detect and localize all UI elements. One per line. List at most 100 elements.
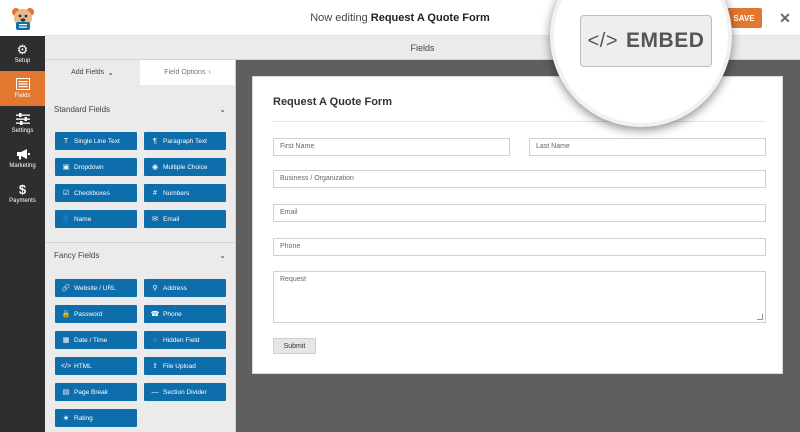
tab-add-fields-label: Add Fields	[71, 69, 105, 76]
form-title: Request A Quote Form	[273, 96, 392, 108]
email-field[interactable]: Email	[273, 204, 766, 222]
section-divider-icon: —	[151, 388, 159, 396]
field-button-label: Multiple Choice	[163, 163, 208, 171]
nav-label-payments: Payments	[9, 198, 36, 204]
field-button-phone[interactable]: ☎ Phone	[144, 305, 226, 323]
request-placeholder: Request	[280, 276, 307, 283]
field-button-label: Hidden Field	[163, 336, 200, 344]
nav-item-marketing[interactable]: Marketing	[0, 141, 45, 176]
field-button-password[interactable]: 🔒 Password	[55, 305, 137, 323]
chevron-down-icon: ⌄	[107, 68, 114, 77]
fields-panel: Add Fields ⌄ Field Options › Standard Fi…	[45, 60, 236, 432]
field-button-label: Email	[163, 215, 180, 223]
nav-item-fields[interactable]: Fields	[0, 71, 45, 106]
field-button-single-line-text[interactable]: T Single Line Text	[55, 132, 137, 150]
html-icon: </>	[61, 362, 72, 370]
rating-icon: ★	[62, 415, 70, 422]
field-button-multiple-choice[interactable]: ◉ Multiple Choice	[144, 158, 226, 176]
field-button-date-time[interactable]: ▦ Date / Time	[55, 331, 137, 349]
field-button-dropdown[interactable]: ▣ Dropdown	[55, 158, 137, 176]
field-button-numbers[interactable]: # Numbers	[144, 184, 226, 202]
close-icon[interactable]: ✕	[775, 8, 795, 28]
nav-label-settings: Settings	[11, 128, 34, 134]
fancy-fields-title: Fancy Fields	[54, 250, 100, 260]
business-field[interactable]: Business / Organization	[273, 170, 766, 188]
form-title-divider	[273, 121, 765, 122]
phone-icon: ☎	[150, 311, 160, 318]
tab-field-options[interactable]: Field Options ›	[140, 60, 235, 85]
field-button-label: Section Divider	[163, 388, 207, 396]
dollar-icon: $	[18, 182, 27, 197]
nav-item-setup[interactable]: ⚙ Setup	[0, 36, 45, 71]
embed-button[interactable]: </> EMBED	[580, 15, 712, 67]
request-textarea[interactable]: Request	[273, 271, 766, 323]
field-button-page-break[interactable]: ▤ Page Break	[55, 383, 137, 401]
page-break-icon: ▤	[62, 389, 70, 396]
field-button-address[interactable]: ⚲ Address	[144, 279, 226, 297]
field-button-section-divider[interactable]: — Section Divider	[144, 383, 226, 401]
field-button-name[interactable]: 👤 Name	[55, 210, 137, 228]
single-line-text-icon: T	[63, 137, 69, 145]
field-button-file-upload[interactable]: ⇪ File Upload	[144, 357, 226, 375]
save-label: SAVE	[733, 13, 755, 23]
nav-label-setup: Setup	[14, 58, 31, 64]
chevron-right-icon: ›	[208, 69, 211, 76]
field-button-label: Rating	[74, 414, 93, 422]
nav-label-fields: Fields	[14, 93, 31, 99]
dropdown-icon: ▣	[62, 164, 70, 171]
field-button-label: Dropdown	[74, 163, 104, 171]
field-button-label: Name	[74, 215, 92, 223]
fancy-fields-header[interactable]: Fancy Fields ⌄	[54, 248, 226, 262]
field-button-label: Website / URL	[74, 284, 116, 292]
website-url-icon: 🔗	[61, 285, 71, 292]
editing-prefix: Now editing	[310, 12, 368, 24]
left-nav: ⚙ Setup Fields Settings Marketing $ Paym…	[0, 36, 45, 432]
password-icon: 🔒	[61, 311, 71, 318]
field-button-label: Password	[74, 310, 103, 318]
chevron-down-icon: ⌄	[219, 250, 226, 260]
tab-field-options-label: Field Options	[164, 69, 206, 76]
numbers-icon: #	[153, 189, 157, 197]
nav-item-settings[interactable]: Settings	[0, 106, 45, 141]
hidden-field-icon: ◌	[152, 336, 158, 344]
field-button-label: Numbers	[163, 189, 190, 197]
fields-icon	[15, 78, 30, 93]
panel-tabs: Add Fields ⌄ Field Options ›	[45, 60, 235, 85]
tab-add-fields[interactable]: Add Fields ⌄	[45, 60, 140, 85]
name-icon: 👤	[61, 216, 71, 223]
field-button-label: HTML	[74, 362, 92, 370]
sliders-icon	[15, 113, 30, 128]
field-button-label: Date / Time	[74, 336, 108, 344]
multiple-choice-icon: ◉	[151, 164, 159, 171]
field-button-website-url[interactable]: 🔗 Website / URL	[55, 279, 137, 297]
code-icon: </>	[587, 29, 619, 52]
field-button-rating[interactable]: ★ Rating	[55, 409, 137, 427]
group-divider	[45, 242, 236, 243]
field-button-label: Page Break	[74, 388, 108, 396]
chevron-down-icon: ⌄	[219, 104, 226, 114]
last-name-field[interactable]: Last Name	[529, 138, 766, 156]
embed-label: EMBED	[626, 29, 705, 52]
submit-button[interactable]: Submit	[273, 338, 316, 354]
gear-icon: ⚙	[16, 42, 29, 57]
field-button-label: File Upload	[163, 362, 196, 370]
email-icon: ✉	[152, 216, 158, 223]
field-button-label: Checkboxes	[74, 189, 110, 197]
field-button-html[interactable]: </> HTML	[55, 357, 137, 375]
field-button-hidden-field[interactable]: ◌ Hidden Field	[144, 331, 226, 349]
field-button-label: Phone	[163, 310, 182, 318]
first-name-field[interactable]: First Name	[273, 138, 510, 156]
address-icon: ⚲	[152, 285, 158, 292]
field-button-label: Paragraph Text	[163, 137, 207, 145]
nav-label-marketing: Marketing	[9, 163, 36, 169]
nav-item-payments[interactable]: $ Payments	[0, 176, 45, 211]
paragraph-text-icon: ¶	[153, 137, 157, 145]
file-upload-icon: ⇪	[152, 363, 158, 370]
field-button-paragraph-text[interactable]: ¶ Paragraph Text	[144, 132, 226, 150]
field-button-label: Single Line Text	[74, 137, 120, 145]
resize-handle-icon[interactable]	[757, 314, 763, 320]
standard-fields-header[interactable]: Standard Fields ⌄	[54, 102, 226, 116]
field-button-checkboxes[interactable]: ☑ Checkboxes	[55, 184, 137, 202]
field-button-email[interactable]: ✉ Email	[144, 210, 226, 228]
phone-field[interactable]: Phone	[273, 238, 766, 256]
